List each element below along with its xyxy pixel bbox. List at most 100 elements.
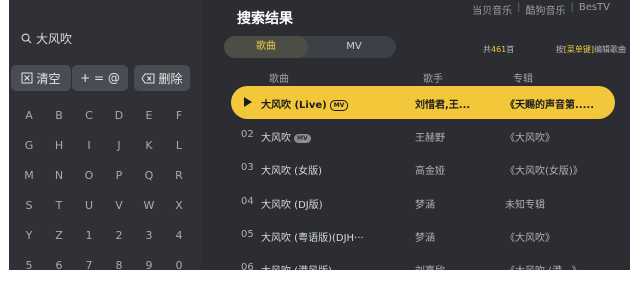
song-number: 02 (241, 129, 254, 140)
song-title: 大风吹 (女版) (261, 162, 322, 177)
brand-bar: 当贝音乐 | 酷狗音乐 | BesTV (472, 2, 610, 17)
song-number: 03 (241, 162, 254, 173)
key-h[interactable]: H (44, 134, 74, 158)
key-m[interactable]: M (14, 164, 44, 188)
key-o[interactable]: O (74, 164, 104, 188)
key-b[interactable]: B (44, 104, 74, 128)
symbols-label: + = @ (80, 71, 120, 85)
song-row[interactable]: 03 大风吹 (女版) 高金娅 《大风吹(女版)》 (231, 152, 615, 185)
key-7[interactable]: 7 (74, 254, 104, 270)
brand-dangbei: 当贝音乐 (472, 6, 513, 17)
song-title: 大风吹 (DJ版) (261, 196, 323, 211)
count-suffix: 首 (506, 45, 515, 54)
hint-suffix: 编辑歌曲 (594, 45, 626, 54)
key-t[interactable]: T (44, 194, 74, 218)
key-u[interactable]: U (74, 194, 104, 218)
delete-icon (141, 73, 155, 83)
key-i[interactable]: I (74, 134, 104, 158)
search-query: 大风吹 (36, 31, 73, 46)
key-5[interactable]: 5 (14, 254, 44, 270)
song-singer: 王赫野 (415, 133, 445, 144)
hint-key: [菜单键] (563, 45, 594, 54)
result-tabs: 歌曲 MV (224, 36, 396, 58)
key-q[interactable]: Q (134, 164, 164, 188)
brand-divider: | (517, 2, 521, 13)
clear-button[interactable]: 清空 (11, 65, 71, 91)
clear-icon (21, 72, 33, 84)
delete-button[interactable]: 删除 (134, 65, 190, 91)
result-count: 共461首 (483, 44, 514, 55)
key-a[interactable]: A (14, 104, 44, 128)
key-y[interactable]: Y (14, 224, 44, 248)
column-song: 歌曲 (269, 74, 289, 85)
page-title: 搜索结果 (237, 11, 293, 27)
key-w[interactable]: W (134, 194, 164, 218)
key-k[interactable]: K (134, 134, 164, 158)
song-title: 大风吹 MV (261, 129, 311, 144)
search-input[interactable]: 大风吹 (21, 28, 72, 48)
results-panel: 搜索结果 当贝音乐 | 酷狗音乐 | BesTV 歌曲 MV 共461首 按[菜… (201, 0, 630, 270)
song-title-text: 大风吹 (DJ版) (261, 200, 323, 211)
mv-badge: MV (294, 134, 311, 143)
key-s[interactable]: S (14, 194, 44, 218)
key-g[interactable]: G (14, 134, 44, 158)
key-l[interactable]: L (164, 134, 194, 158)
song-row[interactable]: 05 大风吹 (粤语版)(DJH··· 梦涵 《大风吹》 (231, 219, 615, 252)
tv-screen: 大风吹 清空 + = @ 删除 ABCDEF GHIJKL MNOPQR STUVWX… (9, 0, 630, 270)
song-album: 《天赐的声音第..... (505, 100, 594, 111)
play-icon (244, 97, 252, 107)
tab-mv[interactable]: MV (312, 36, 396, 58)
brand-divider: | (570, 2, 574, 13)
key-8[interactable]: 8 (104, 254, 134, 270)
song-singer: 梦涵 (415, 233, 435, 244)
song-title-text: 大风吹 (261, 133, 291, 144)
song-title-text: 大风吹 (港风版) (261, 266, 332, 270)
key-x[interactable]: X (164, 194, 194, 218)
search-panel: 大风吹 清空 + = @ 删除 ABCDEF GHIJKL MNOPQR STUVWX… (9, 0, 201, 270)
key-z[interactable]: Z (44, 224, 74, 248)
column-album: 专辑 (513, 74, 533, 85)
delete-label: 删除 (158, 71, 183, 86)
symbols-button[interactable]: + = @ (72, 65, 128, 91)
key-j[interactable]: J (104, 134, 134, 158)
song-title: 大风吹 (粤语版)(DJH··· (261, 229, 364, 244)
song-number: 06 (241, 262, 254, 270)
song-album: 《大风吹 (港...》 (505, 262, 582, 270)
count-prefix: 共 (483, 45, 491, 54)
song-row[interactable]: 大风吹 (Live) MV 刘惜君,王... 《天赐的声音第..... (231, 86, 615, 119)
song-title-text: 大风吹 (粤语版)(DJH··· (261, 233, 364, 244)
song-singer: 梦涵 (415, 200, 435, 211)
key-f[interactable]: F (164, 104, 194, 128)
song-album: 《大风吹》 (505, 133, 555, 144)
key-p[interactable]: P (104, 164, 134, 188)
key-1[interactable]: 1 (74, 224, 104, 248)
key-c[interactable]: C (74, 104, 104, 128)
song-title: 大风吹 (Live) MV (261, 96, 349, 111)
count-value: 461 (491, 45, 507, 54)
song-row[interactable]: 06 大风吹 (港风版) 刘嘉欣 《大风吹 (港...》 (231, 252, 615, 270)
key-e[interactable]: E (134, 104, 164, 128)
key-4[interactable]: 4 (164, 224, 194, 248)
clear-label: 清空 (36, 71, 61, 86)
key-3[interactable]: 3 (134, 224, 164, 248)
song-singer: 刘惜君,王... (415, 100, 471, 111)
key-9[interactable]: 9 (134, 254, 164, 270)
song-title: 大风吹 (港风版) (261, 262, 332, 270)
song-album: 未知专辑 (505, 200, 545, 211)
hint-prefix: 按 (555, 45, 564, 54)
song-number: 05 (241, 229, 254, 240)
key-0[interactable]: 0 (164, 254, 194, 270)
key-n[interactable]: N (44, 164, 74, 188)
song-album: 《大风吹》 (505, 233, 555, 244)
key-v[interactable]: V (104, 194, 134, 218)
song-number: 04 (241, 196, 254, 207)
key-2[interactable]: 2 (104, 224, 134, 248)
song-title-text: 大风吹 (女版) (261, 166, 322, 177)
key-d[interactable]: D (104, 104, 134, 128)
song-row[interactable]: 04 大风吹 (DJ版) 梦涵 未知专辑 (231, 186, 615, 219)
key-r[interactable]: R (164, 164, 194, 188)
key-6[interactable]: 6 (44, 254, 74, 270)
tab-songs[interactable]: 歌曲 (224, 36, 308, 58)
search-icon (21, 33, 32, 44)
song-row[interactable]: 02 大风吹 MV 王赫野 《大风吹》 (231, 119, 615, 152)
